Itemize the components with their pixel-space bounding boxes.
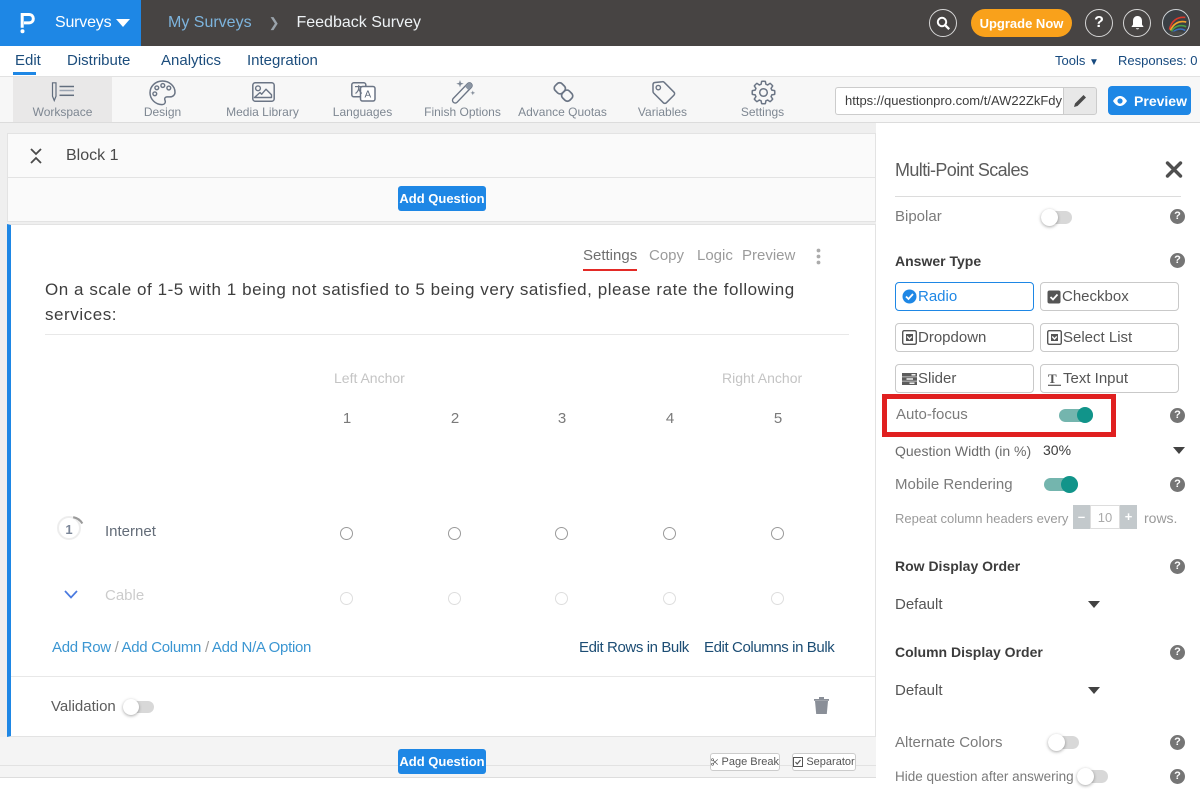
svg-text:A: A: [365, 90, 372, 101]
svg-text:T: T: [1048, 371, 1057, 386]
